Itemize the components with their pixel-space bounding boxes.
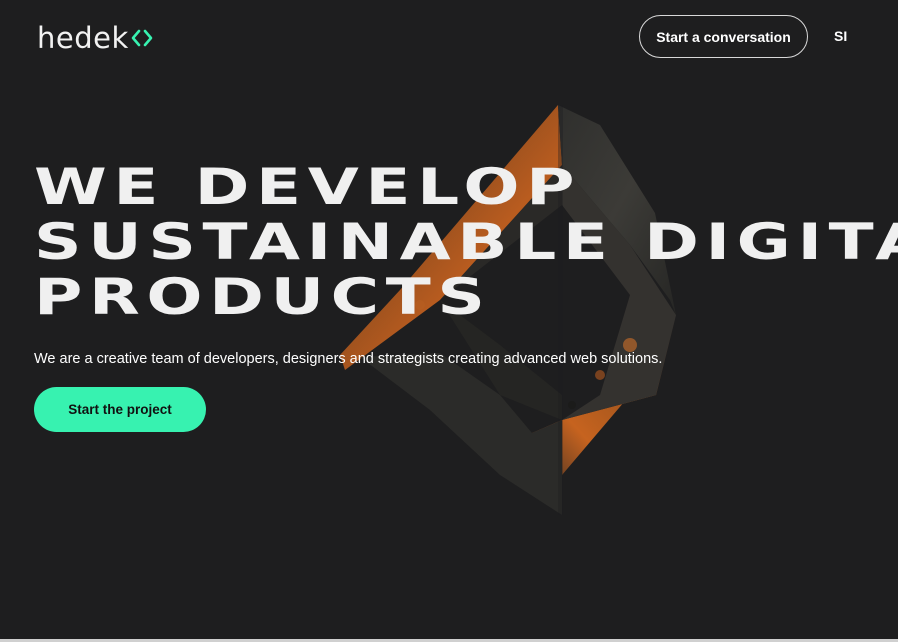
logo[interactable]: hedek xyxy=(37,20,154,56)
start-project-button[interactable]: Start the project xyxy=(34,387,206,432)
start-conversation-button[interactable]: Start a conversation xyxy=(639,15,808,58)
page: hedek Start a conversation SI WE DEVELOP… xyxy=(0,0,898,642)
code-brackets-icon xyxy=(131,29,153,47)
headline-line-2: SUSTAINABLE DIGITAL xyxy=(34,213,898,271)
language-switch[interactable]: SI xyxy=(834,28,847,44)
hero-headline: WE DEVELOP SUSTAINABLE DIGITAL PRODUCTS xyxy=(34,160,898,325)
logo-text: hedek xyxy=(37,21,129,55)
hero-subtitle: We are a creative team of developers, de… xyxy=(34,351,663,367)
headline-line-1: WE DEVELOP xyxy=(34,158,582,216)
headline-line-3: PRODUCTS xyxy=(34,268,492,326)
